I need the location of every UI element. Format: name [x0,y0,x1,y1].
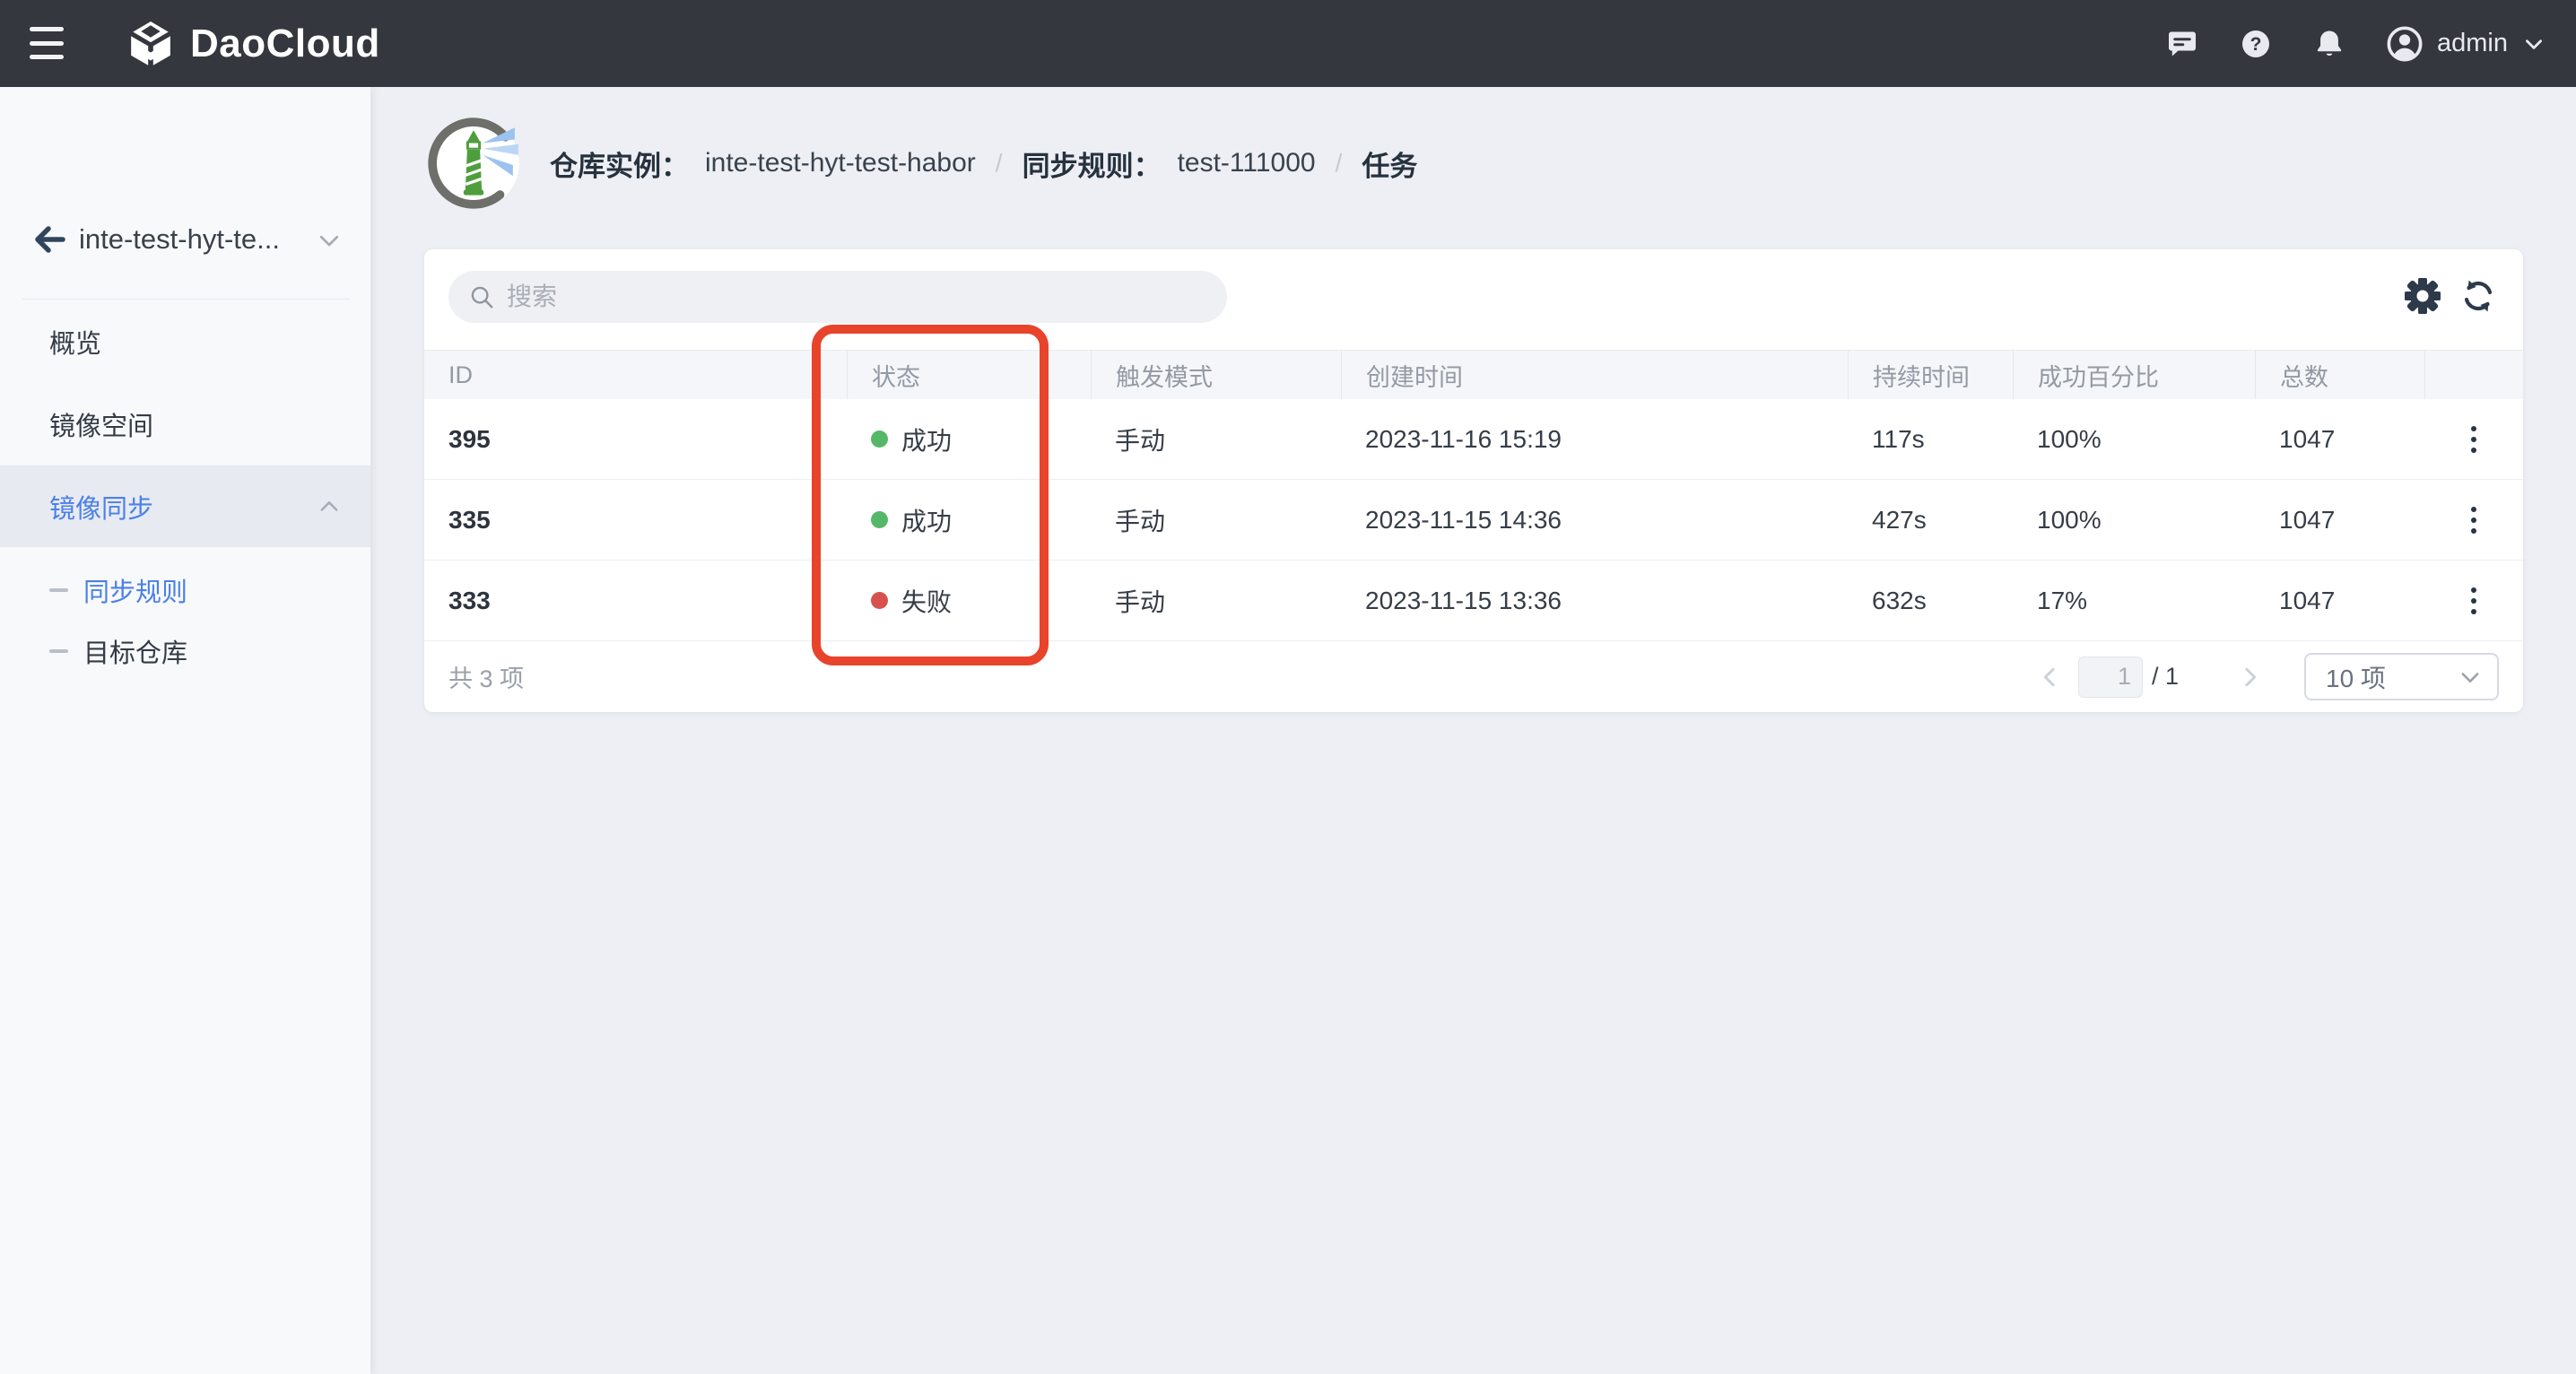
page-size-select[interactable]: 10 项 [2304,653,2499,700]
user-name: admin [2437,29,2508,58]
column-header-status: 状态 [847,351,1091,399]
breadcrumb-separator: / [992,149,1006,178]
status-dot [871,430,888,448]
next-page-chevron-icon[interactable] [2236,664,2263,691]
column-header-id: ID [424,351,847,399]
breadcrumb-task-label: 任务 [1362,143,1417,184]
brand-name: DaoCloud [190,22,380,66]
total-count-label: 共 3 项 [448,659,524,694]
sidebar-divider [22,299,350,300]
submenu-dash-icon [49,649,68,653]
breadcrumb-repo-label: 仓库实例： [550,143,689,184]
page-size-value: 10 项 [2326,659,2386,695]
search-bar[interactable] [448,271,1227,323]
sidebar-item-overview[interactable]: 概览 [0,316,370,368]
search-input[interactable] [507,283,1218,311]
breadcrumb: 仓库实例： inte-test-hyt-test-habor / 同步规则： t… [426,113,1417,213]
table-row[interactable]: 395 成功 手动 2023-11-16 15:19 117s 100% 104… [424,399,2523,480]
search-icon [468,283,495,310]
table-row[interactable]: 333 失败 手动 2023-11-15 13:36 632s 17% 1047 [424,561,2523,641]
harbor-logo-icon [426,116,521,211]
help-icon[interactable]: ? [2240,28,2272,60]
breadcrumb-rule-label: 同步规则： [1023,143,1162,184]
table-row[interactable]: 335 成功 手动 2023-11-15 14:36 427s 100% 104… [424,480,2523,561]
breadcrumb-repo-value[interactable]: inte-test-hyt-test-habor [705,148,976,178]
status-label: 成功 [901,422,952,457]
user-chevron-down-icon [2522,32,2546,56]
instance-switcher[interactable]: inte-test-hyt-te... [79,211,280,268]
sidebar-item-target-repo[interactable]: 目标仓库 [0,625,370,677]
collapse-chevron-up-icon [317,494,342,519]
menu-toggle-icon[interactable] [30,27,65,59]
sidebar: inte-test-hyt-te... 概览 镜像空间 镜像同步 同步规则 目标… [0,87,370,1374]
row-actions-kebab-icon[interactable] [2457,578,2491,623]
table-footer: 共 3 项 / 1 10 项 [424,641,2523,712]
notifications-bell-icon[interactable] [2313,28,2345,60]
daocloud-cube-icon [126,19,176,69]
row-actions-kebab-icon[interactable] [2457,417,2491,462]
pagination: / 1 10 项 [2037,653,2499,700]
table-settings-gear-icon[interactable] [2405,278,2441,314]
instance-chevron-down-icon[interactable] [316,227,343,254]
breadcrumb-rule-value[interactable]: test-111000 [1178,148,1316,178]
status-dot [871,592,888,609]
column-header-created: 创建时间 [1341,351,1848,399]
page-total-label: / 1 [2152,663,2179,691]
topbar: DaoCloud ? [0,0,2576,87]
row-actions-kebab-icon[interactable] [2457,498,2491,543]
column-header-success-pct: 成功百分比 [2013,351,2255,399]
back-arrow-icon[interactable] [32,222,68,257]
column-header-trigger: 触发模式 [1091,351,1341,399]
status-label: 成功 [901,502,952,538]
prev-page-chevron-icon[interactable] [2037,664,2064,691]
avatar-icon [2387,26,2423,62]
refresh-icon[interactable] [2460,278,2496,314]
table-body: 395 成功 手动 2023-11-16 15:19 117s 100% 104… [424,399,2523,641]
submenu-dash-icon [49,588,68,592]
sidebar-item-sync-rules[interactable]: 同步规则 [0,564,370,616]
column-header-actions [2424,351,2523,399]
column-header-total: 总数 [2255,351,2424,399]
daocloud-logo[interactable]: DaoCloud [126,0,380,87]
tasks-table-card: ID 状态 触发模式 创建时间 持续时间 成功百分比 总数 395 成功 手动 … [424,249,2523,712]
svg-text:?: ? [2250,34,2262,55]
feedback-message-icon[interactable] [2166,28,2198,60]
sidebar-item-image-space[interactable]: 镜像空间 [0,398,370,450]
user-menu[interactable]: admin [2387,26,2546,62]
page-number-input[interactable] [2078,657,2143,698]
status-dot [871,511,888,528]
column-header-duration: 持续时间 [1848,351,2013,399]
status-label: 失败 [901,583,952,619]
table-header-row: ID 状态 触发模式 创建时间 持续时间 成功百分比 总数 [424,350,2523,399]
select-chevron-down-icon [2458,665,2483,690]
breadcrumb-separator: / [1332,149,1346,178]
sidebar-item-image-sync[interactable]: 镜像同步 [0,465,370,547]
